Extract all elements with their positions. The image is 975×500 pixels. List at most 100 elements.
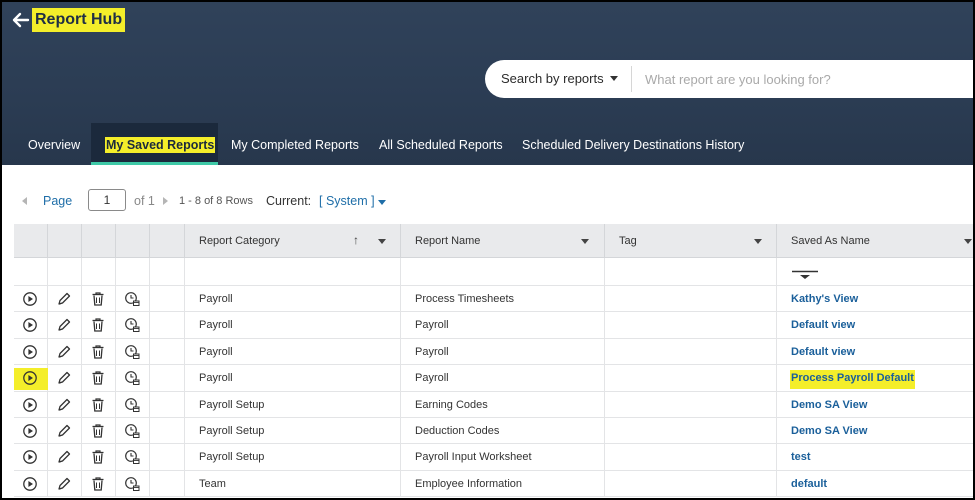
name-cell: Payroll Input Worksheet [401,444,605,470]
back-arrow-icon[interactable] [11,10,31,30]
prev-page-icon[interactable] [22,197,27,205]
delete-icon[interactable] [90,449,106,465]
sort-ascending-icon[interactable]: ↑ [353,233,359,247]
report-category: Payroll [199,372,233,385]
run-icon[interactable] [22,370,38,386]
tag-cell [605,470,777,497]
edit-icon[interactable] [56,449,72,465]
column-menu-icon[interactable] [964,239,972,244]
tab-all-scheduled-reports[interactable]: All Scheduled Reports [379,123,503,165]
schedule-icon[interactable] [124,291,140,307]
delete-icon[interactable] [90,476,106,492]
run-icon[interactable] [22,476,38,492]
schedule-icon[interactable] [124,423,140,439]
delete-icon[interactable] [90,291,106,307]
saved-as-name-link[interactable]: Kathy's View [791,293,858,305]
schedule-icon[interactable] [124,370,140,386]
search-type-dropdown[interactable]: Search by reports [501,60,604,98]
saved-as-name-link[interactable]: Process Payroll Default [790,370,915,390]
report-category: Payroll [199,293,233,305]
run-icon[interactable] [22,317,38,333]
filter-cell [14,258,48,285]
schedule-cell [116,391,150,417]
run-icon[interactable] [22,291,38,307]
rows-info: 1 - 8 of 8 Rows [179,195,253,207]
run-icon[interactable] [22,449,38,465]
column-header-report-name[interactable]: Report Name [401,224,605,258]
column-label: Saved As Name [791,235,870,247]
edit-icon[interactable] [56,397,72,413]
search-input[interactable] [645,64,965,94]
next-page-icon[interactable] [163,197,168,205]
run-icon[interactable] [22,423,38,439]
edit-icon[interactable] [56,370,72,386]
filter-cell-tag[interactable] [605,258,777,285]
edit-icon[interactable] [56,317,72,333]
report-category: Payroll [199,319,233,332]
run-icon[interactable] [22,344,38,360]
current-view-dropdown[interactable]: [ System ] [319,194,375,208]
schedule-icon[interactable] [124,317,140,333]
run-icon[interactable] [22,397,38,413]
saved-as-name-link[interactable]: Default view [791,346,855,358]
schedule-icon[interactable] [124,476,140,492]
edit-icon[interactable] [56,344,72,360]
delete-icon[interactable] [90,397,106,413]
saved-as-name-link[interactable]: default [791,478,827,490]
filter-cell-name[interactable] [401,258,605,285]
edit-icon[interactable] [56,476,72,492]
column-header-report-category[interactable]: Report Category ↑ [185,224,401,258]
run-cell [14,365,48,391]
column-header-tag[interactable]: Tag [605,224,777,258]
chevron-down-icon[interactable] [610,76,618,81]
delete-icon[interactable] [90,423,106,439]
run-cell [14,470,48,497]
spacer-cell [150,338,185,365]
report-name: Process Timesheets [415,293,515,305]
column-label: Tag [619,235,637,247]
delete-cell [82,338,116,365]
tab-my-completed-reports[interactable]: My Completed Reports [231,123,359,165]
name-cell: Payroll [401,338,605,365]
report-category: Payroll Setup [199,451,265,464]
edit-cell [48,338,82,365]
delete-icon[interactable] [90,344,106,360]
schedule-icon[interactable] [124,397,140,413]
edit-icon[interactable] [56,291,72,307]
saved-as-cell: Demo SA View [777,418,973,443]
report-category: Payroll Setup [199,398,265,411]
delete-icon[interactable] [90,370,106,386]
saved-as-name-link[interactable]: test [791,451,811,463]
saved-as-name-link[interactable]: Demo SA View [791,425,867,437]
tag-cell [605,365,777,391]
schedule-cell [116,365,150,391]
filter-icon[interactable] [791,270,819,280]
delete-icon[interactable] [90,317,106,333]
chevron-down-icon[interactable] [378,200,386,205]
column-header-saved-as-name[interactable]: Saved As Name [777,224,973,258]
edit-icon[interactable] [56,423,72,439]
filter-cell-saved-as[interactable] [777,258,973,285]
spacer-cell [150,470,185,497]
tab-scheduled-delivery-destinations-history[interactable]: Scheduled Delivery Destinations History [522,123,744,165]
filter-cell [48,258,82,285]
column-menu-icon[interactable] [581,239,589,244]
run-cell [14,312,48,338]
delete-cell [82,418,116,444]
saved-as-name-link[interactable]: Default view [791,319,855,331]
report-name: Payroll [415,319,449,332]
column-menu-icon[interactable] [754,239,762,244]
column-menu-icon[interactable] [378,239,386,244]
report-name: Payroll [415,345,449,358]
tab-my-saved-reports[interactable]: My Saved Reports [91,123,218,165]
schedule-icon[interactable] [124,449,140,465]
report-name: Payroll Input Worksheet [415,451,532,464]
header-cell-spacer [150,224,185,258]
saved-as-name-link[interactable]: Demo SA View [791,399,867,411]
filter-cell-category[interactable] [185,258,401,285]
tab-overview[interactable]: Overview [28,123,80,165]
tag-cell [605,391,777,417]
edit-cell [48,391,82,417]
schedule-icon[interactable] [124,344,140,360]
page-number-input[interactable] [88,189,126,211]
